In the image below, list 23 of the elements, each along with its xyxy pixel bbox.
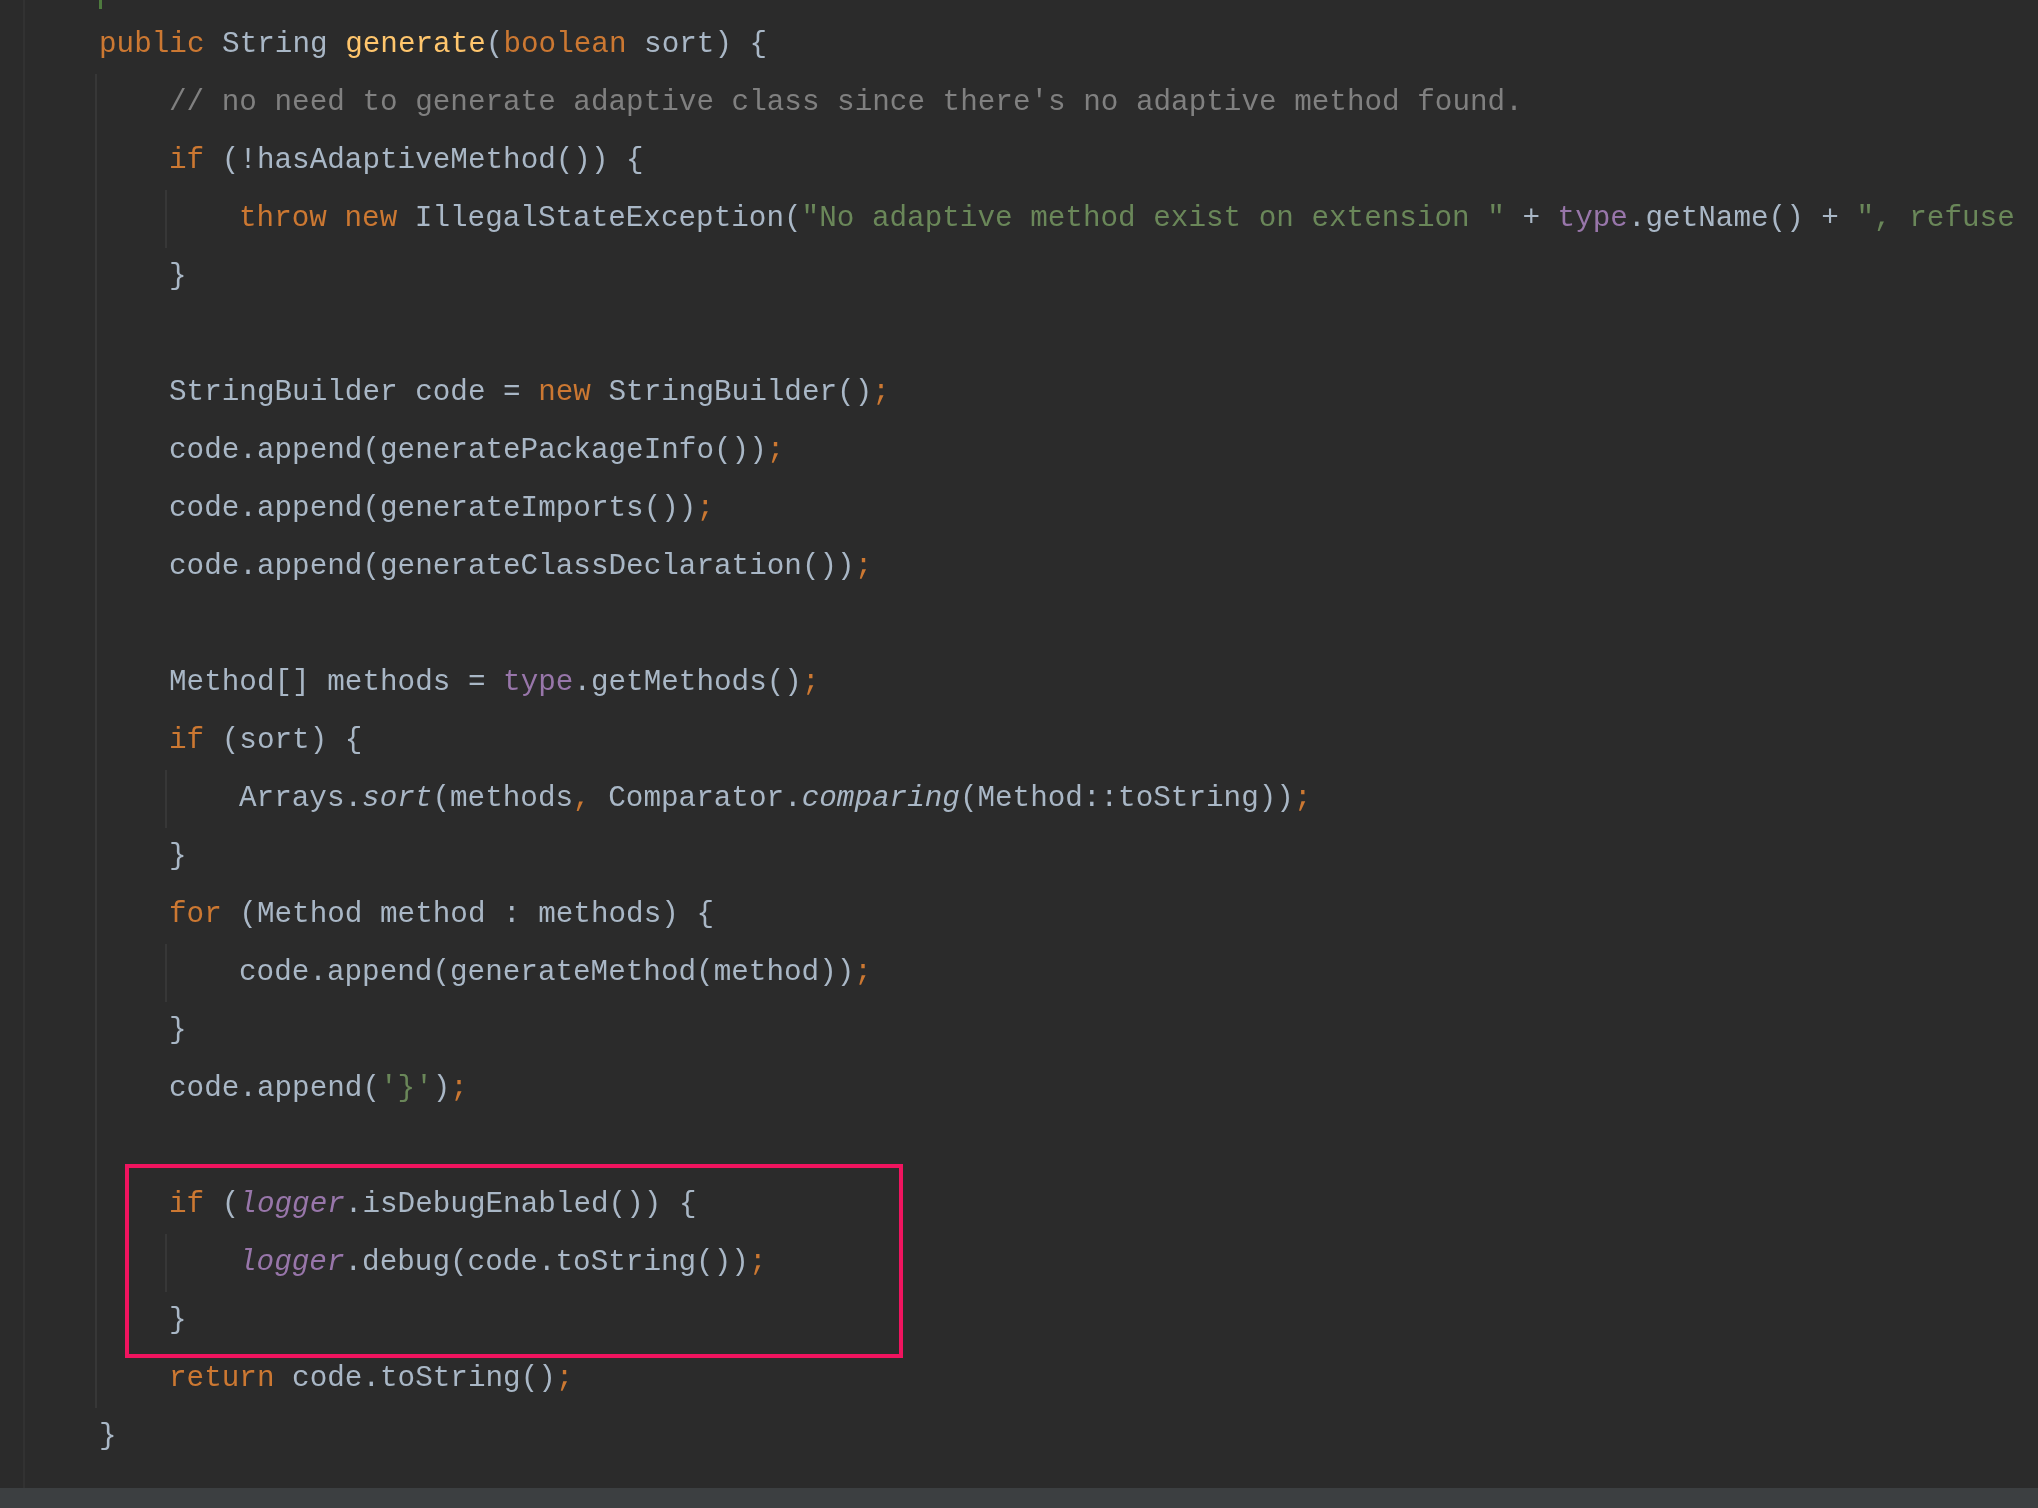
code-line: return code.toString(); bbox=[169, 1361, 574, 1397]
code-line: public String generate(boolean sort) { bbox=[99, 27, 768, 63]
code-line: code.append('}'); bbox=[169, 1071, 468, 1107]
code-line: } bbox=[169, 839, 187, 875]
code-line: // no need to generate adaptive class since there's no adaptive method found. bbox=[169, 85, 1523, 121]
change-marker bbox=[99, 0, 102, 9]
code-line: } bbox=[169, 1303, 187, 1339]
code-line: if (logger.isDebugEnabled()) { bbox=[169, 1187, 697, 1223]
code-line: code.append(generateImports()); bbox=[169, 491, 715, 527]
code-line: code.append(generatePackageInfo()); bbox=[169, 433, 785, 469]
code-line: Arrays.sort(methods, Comparator.comparing(Method::toString)); bbox=[239, 781, 1312, 817]
code-line: throw new IllegalStateException("No adaptive method exist on extension " + type.getName() + ", refuse bbox=[239, 201, 2015, 237]
code-line: code.append(generateMethod(method)); bbox=[239, 955, 872, 991]
code-line: } bbox=[169, 1013, 187, 1049]
code-line: for (Method method : methods) { bbox=[169, 897, 715, 933]
code-line: StringBuilder code = new StringBuilder(); bbox=[169, 375, 890, 411]
code-line: Method[] methods = type.getMethods(); bbox=[169, 665, 820, 701]
code-line: if (!hasAdaptiveMethod()) { bbox=[169, 143, 644, 179]
code-line: logger.debug(code.toString()); bbox=[239, 1245, 767, 1281]
code-line: code.append(generateClassDeclaration()); bbox=[169, 549, 873, 585]
code-line: } bbox=[99, 1419, 117, 1455]
code-line: if (sort) { bbox=[169, 723, 363, 759]
code-line: } bbox=[169, 259, 187, 295]
